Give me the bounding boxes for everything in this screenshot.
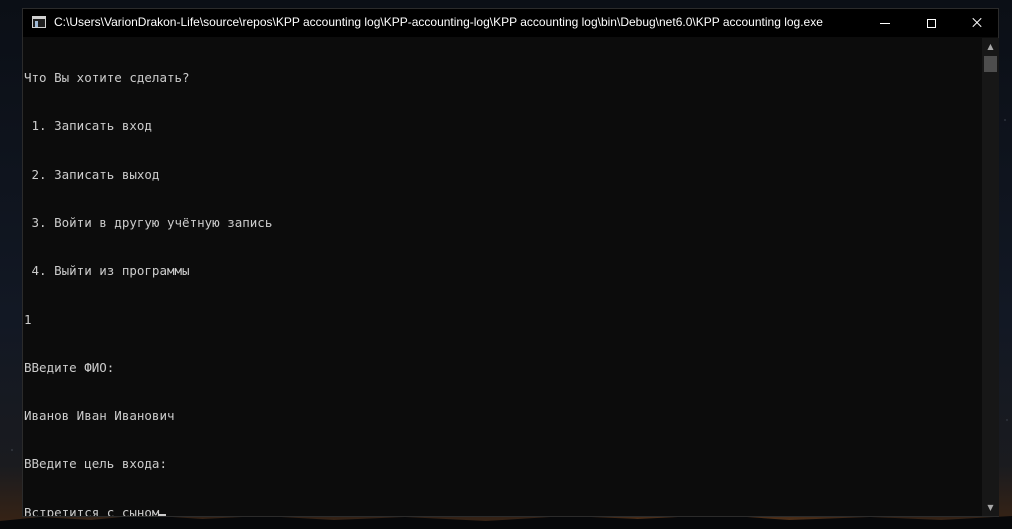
console-prompt: ВВедите ФИО: bbox=[24, 359, 115, 375]
window-title: C:\Users\VarionDrakon-Life\source\repos\… bbox=[54, 15, 823, 29]
menu-option-1: 1. Записать вход bbox=[24, 118, 152, 134]
menu-option-2: 2. Записать выход bbox=[24, 166, 160, 182]
current-input-text[interactable]: Встретится с сыном bbox=[24, 505, 159, 516]
menu-option-3: 3. Войти в другую учётную запись bbox=[24, 215, 273, 231]
title-bar[interactable]: C:\Users\VarionDrakon-Life\source\repos\… bbox=[23, 9, 998, 37]
console-line: 1 bbox=[24, 311, 32, 327]
console-prompt: ВВедите цель входа: bbox=[24, 456, 167, 472]
close-icon bbox=[972, 18, 982, 28]
minimize-button[interactable] bbox=[862, 9, 908, 37]
scroll-thumb[interactable] bbox=[984, 56, 997, 72]
menu-option-4: 4. Выйти из программы bbox=[24, 263, 190, 279]
scroll-up-arrow-icon[interactable]: ▲ bbox=[982, 38, 999, 55]
scroll-down-arrow-icon[interactable]: ▼ bbox=[982, 499, 999, 516]
vertical-scrollbar[interactable]: ▲ ▼ bbox=[982, 38, 999, 516]
console-line: Иванов Иван Иванович bbox=[24, 408, 175, 424]
console-app-icon[interactable] bbox=[32, 16, 46, 28]
console-input-line[interactable]: Встретится с сыном bbox=[24, 505, 981, 516]
console-output[interactable]: Что Вы хотите сделать? 1. Записать вход … bbox=[24, 38, 981, 516]
maximize-button[interactable] bbox=[908, 9, 954, 37]
close-button[interactable] bbox=[954, 9, 1000, 37]
console-window[interactable]: C:\Users\VarionDrakon-Life\source\repos\… bbox=[22, 8, 999, 517]
minimize-icon bbox=[880, 22, 890, 24]
text-cursor bbox=[159, 513, 167, 516]
console-line: Что Вы хотите сделать? bbox=[24, 70, 190, 86]
maximize-icon bbox=[926, 18, 936, 28]
